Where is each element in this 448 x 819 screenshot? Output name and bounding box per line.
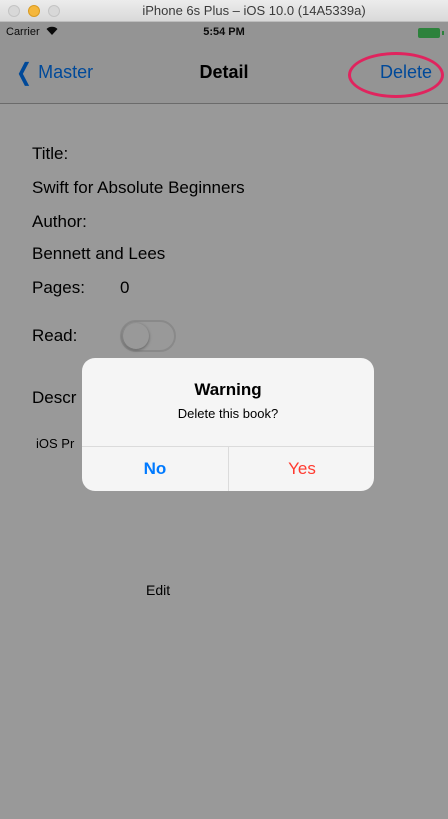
alert-yes-button[interactable]: Yes bbox=[229, 447, 374, 491]
alert-dialog: Warning Delete this book? No Yes bbox=[82, 358, 374, 491]
simulator-title: iPhone 6s Plus – iOS 10.0 (14A5339a) bbox=[142, 3, 366, 18]
alert-no-button[interactable]: No bbox=[82, 447, 228, 491]
alert-title: Warning bbox=[194, 380, 262, 399]
highlight-annotation bbox=[348, 52, 444, 98]
simulator-titlebar: iPhone 6s Plus – iOS 10.0 (14A5339a) bbox=[0, 0, 448, 22]
alert-message: Delete this book? bbox=[177, 406, 279, 421]
